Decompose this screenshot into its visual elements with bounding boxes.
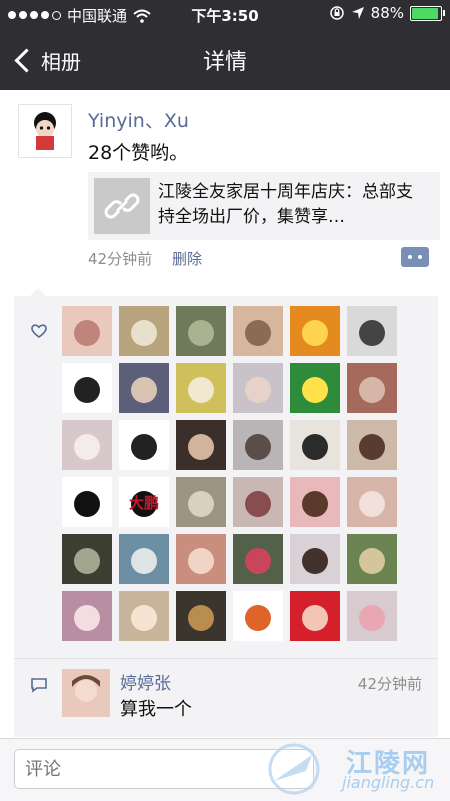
liker-avatar[interactable] xyxy=(347,363,397,413)
location-icon xyxy=(351,7,364,19)
page-title: 详情 xyxy=(202,50,247,75)
shared-link-card[interactable]: 江陵全友家居十周年店庆：总部支持全场出厂价，集赞享… xyxy=(88,172,440,240)
author-avatar[interactable] xyxy=(18,104,72,158)
liker-avatar[interactable] xyxy=(347,306,397,356)
liker-avatar[interactable] xyxy=(290,591,340,641)
liker-avatar[interactable] xyxy=(233,534,283,584)
liker-avatar[interactable] xyxy=(290,534,340,584)
comments-panel: 婷婷张 42分钟前 算我一个 xyxy=(14,658,438,737)
battery-fill xyxy=(412,7,439,19)
site-watermark: 江陵网 jiangling.cn xyxy=(254,741,444,797)
liker-avatar[interactable] xyxy=(62,477,112,527)
post-time: 42分钟前 xyxy=(88,250,153,268)
liker-avatar-label: 大鹏 xyxy=(129,494,159,512)
liker-avatar[interactable] xyxy=(233,591,283,641)
watermark-site: jiangling.cn xyxy=(342,773,435,792)
delete-button[interactable]: 删除 xyxy=(172,248,202,269)
liker-avatar[interactable] xyxy=(176,534,226,584)
watermark-logo-icon xyxy=(268,743,320,795)
commenter-avatar[interactable] xyxy=(62,669,110,717)
battery-percent: 88% xyxy=(370,4,404,22)
nav-bar: 相册 详情 xyxy=(0,28,450,90)
author-name[interactable]: Yinyin、Xu xyxy=(88,106,189,133)
liker-avatar[interactable] xyxy=(347,477,397,527)
status-bar: 中国联通 下午3:50 88% xyxy=(0,0,450,28)
liker-avatar[interactable] xyxy=(176,591,226,641)
liker-avatar[interactable] xyxy=(233,477,283,527)
liker-avatar-grid: 大鹏 xyxy=(62,306,398,641)
heart-icon xyxy=(31,324,47,338)
comment-action-button[interactable] xyxy=(401,247,429,267)
likes-panel: 大鹏 xyxy=(14,288,438,658)
liker-avatar[interactable] xyxy=(62,306,112,356)
rotation-lock-icon xyxy=(329,6,344,20)
liker-avatar[interactable] xyxy=(347,534,397,584)
battery-icon xyxy=(410,5,445,21)
link-thumbnail xyxy=(94,178,150,234)
liker-avatar[interactable] xyxy=(62,534,112,584)
liker-avatar[interactable] xyxy=(347,420,397,470)
liker-avatar[interactable] xyxy=(290,306,340,356)
liker-avatar[interactable] xyxy=(119,306,169,356)
liker-avatar[interactable] xyxy=(62,363,112,413)
comment-input-bar: 江陵网 jiangling.cn xyxy=(0,738,450,801)
liker-avatar[interactable] xyxy=(176,363,226,413)
liker-avatar[interactable] xyxy=(119,420,169,470)
liker-avatar[interactable] xyxy=(233,420,283,470)
liker-avatar[interactable] xyxy=(62,420,112,470)
link-title: 江陵全友家居十周年店庆：总部支持全场出厂价，集赞享… xyxy=(158,182,413,227)
commenter-name[interactable]: 婷婷张 xyxy=(120,669,171,694)
liker-avatar[interactable] xyxy=(290,363,340,413)
comment-bubble-icon xyxy=(31,678,47,693)
post-text: 28个赞哟。 xyxy=(88,142,189,164)
liker-avatar[interactable] xyxy=(233,306,283,356)
liker-avatar[interactable] xyxy=(290,477,340,527)
liker-avatar[interactable] xyxy=(176,306,226,356)
liker-avatar[interactable] xyxy=(290,420,340,470)
liker-avatar[interactable]: 大鹏 xyxy=(119,477,169,527)
liker-avatar[interactable] xyxy=(119,534,169,584)
liker-avatar[interactable] xyxy=(119,363,169,413)
link-icon xyxy=(104,193,140,219)
liker-avatar[interactable] xyxy=(347,591,397,641)
comment-text: 算我一个 xyxy=(120,699,192,720)
comment-time: 42分钟前 xyxy=(357,675,422,693)
liker-avatar[interactable] xyxy=(176,420,226,470)
liker-avatar[interactable] xyxy=(119,591,169,641)
liker-avatar[interactable] xyxy=(176,477,226,527)
liker-avatar[interactable] xyxy=(62,591,112,641)
liker-avatar[interactable] xyxy=(233,363,283,413)
status-right: 88% xyxy=(329,4,445,22)
